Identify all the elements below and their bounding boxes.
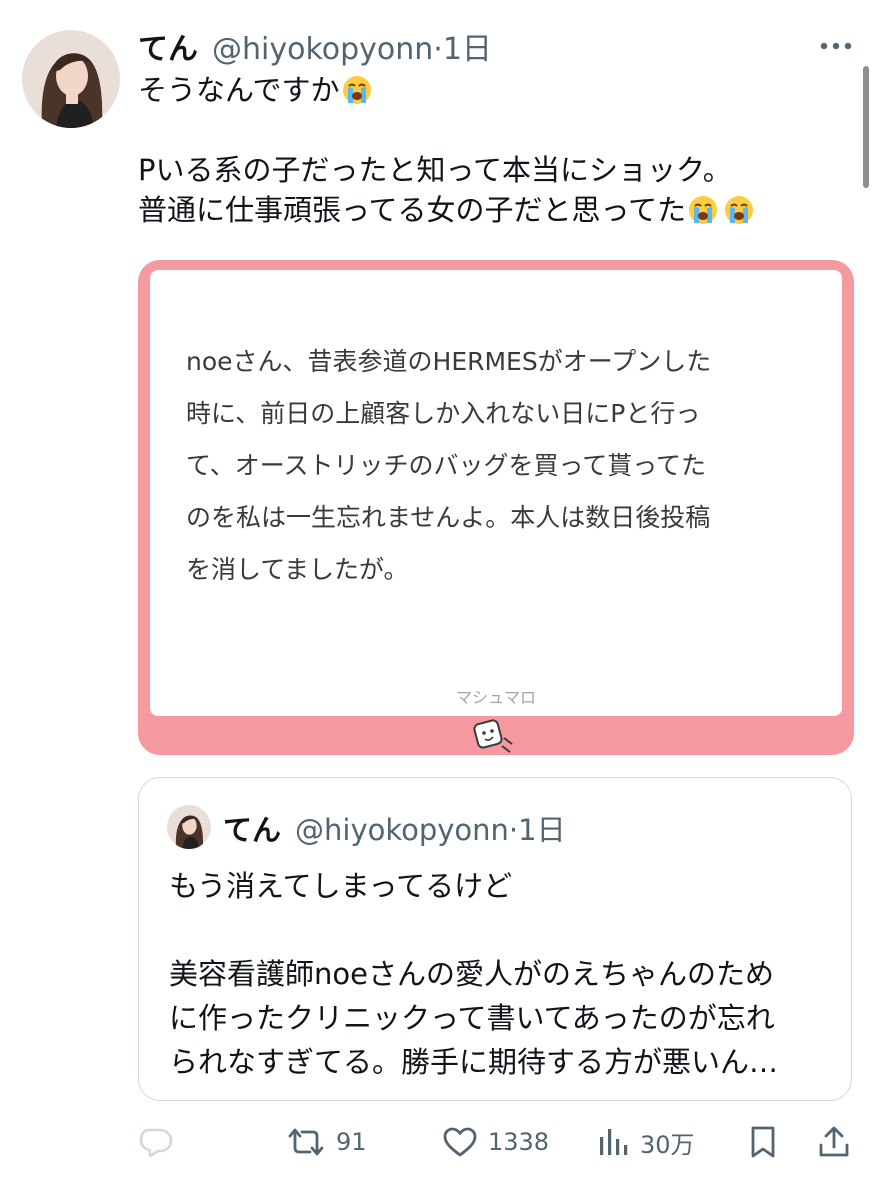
bookmark-icon [751, 1126, 775, 1158]
tweet-header: てん @hiyokopyonn·1日 [138, 24, 492, 68]
like-button[interactable]: 1338 [442, 1118, 549, 1166]
share-button[interactable] [818, 1118, 850, 1166]
marshmallow-message-box: noeさん、昔表参道のHERMESがオープンした 時に、前日の上顧客しか入れない… [150, 270, 842, 716]
quoted-line: られなすぎてる。勝手に期待する方が悪いん… [169, 1045, 779, 1079]
marshmallow-brand: マシュマロ [455, 688, 536, 707]
marshmallow-line: noeさん、昔表参道のHERMESがオープンした [186, 347, 712, 376]
like-count: 1338 [488, 1128, 550, 1156]
bookmark-button[interactable] [748, 1118, 778, 1166]
quoted-line: もう消えてしまってるけど [169, 869, 513, 903]
marshmallow-line: 時に、前日の上顧客しか入れない日にPと行っ [186, 399, 701, 428]
quoted-author-handle-and-time: @hiyokopyonn·1日 [295, 813, 566, 847]
quoted-tweet-text: もう消えてしまってるけど 美容看護師noeさんの愛人がのえちゃんのため に作った… [169, 864, 839, 1084]
loudly-crying-face-icon [342, 76, 371, 104]
retweet-count: 91 [336, 1128, 367, 1156]
views-count: 30万 [640, 1130, 695, 1159]
tweet-action-bar: 91 1338 30万 [138, 1118, 854, 1166]
retweet-button[interactable]: 91 [286, 1118, 367, 1166]
retweet-icon [288, 1128, 324, 1156]
tweet-line: Pいる系の子だったと知って本当にショック。 [138, 153, 732, 187]
quoted-tweet[interactable]: てん @hiyokopyonn·1日 もう消えてしまってるけど 美容看護師noe… [138, 777, 852, 1101]
reply-icon [139, 1128, 173, 1158]
heart-icon [443, 1127, 477, 1157]
tweet-text: そうなんですか Pいる系の子だったと知って本当にショック。 普通に仕事頑張ってる… [138, 70, 848, 230]
marshmallow-logo-icon [473, 719, 513, 753]
more-options-icon[interactable] [819, 40, 853, 52]
loudly-crying-face-icon [689, 196, 718, 224]
reply-button[interactable] [138, 1118, 174, 1166]
author-display-name[interactable]: てん [138, 24, 198, 68]
tweet-line: 普通に仕事頑張ってる女の子だと思ってた [138, 190, 848, 230]
marshmallow-line: のを私は一生忘れませんよ。本人は数日後投稿 [186, 503, 711, 532]
marshmallow-line: を消してましたが。 [186, 555, 409, 584]
marshmallow-image[interactable]: noeさん、昔表参道のHERMESがオープンした 時に、前日の上顧客しか入れない… [138, 260, 854, 755]
quoted-author-display-name: てん [223, 813, 282, 847]
marshmallow-message: noeさん、昔表参道のHERMESがオープンした 時に、前日の上顧客しか入れない… [186, 336, 826, 596]
quoted-line: 美容看護師noeさんの愛人がのえちゃんのため [169, 957, 774, 991]
share-icon [819, 1126, 849, 1157]
views-button[interactable]: 30万 [598, 1118, 695, 1166]
views-icon [600, 1129, 628, 1155]
quoted-tweet-header: てん @hiyokopyonn·1日 [223, 808, 566, 848]
author-handle-and-time[interactable]: @hiyokopyonn·1日 [212, 24, 492, 68]
quoted-line: に作ったクリニックって書いてあったのが忘れ [169, 1001, 775, 1035]
loudly-crying-face-icon [725, 196, 754, 224]
tweet-line: そうなんですか [138, 70, 848, 110]
quoted-author-avatar [167, 805, 211, 849]
scrollbar[interactable] [863, 66, 869, 188]
author-avatar[interactable] [22, 30, 120, 128]
marshmallow-line: て、オーストリッチのバッグを買って貰ってた [186, 451, 707, 480]
